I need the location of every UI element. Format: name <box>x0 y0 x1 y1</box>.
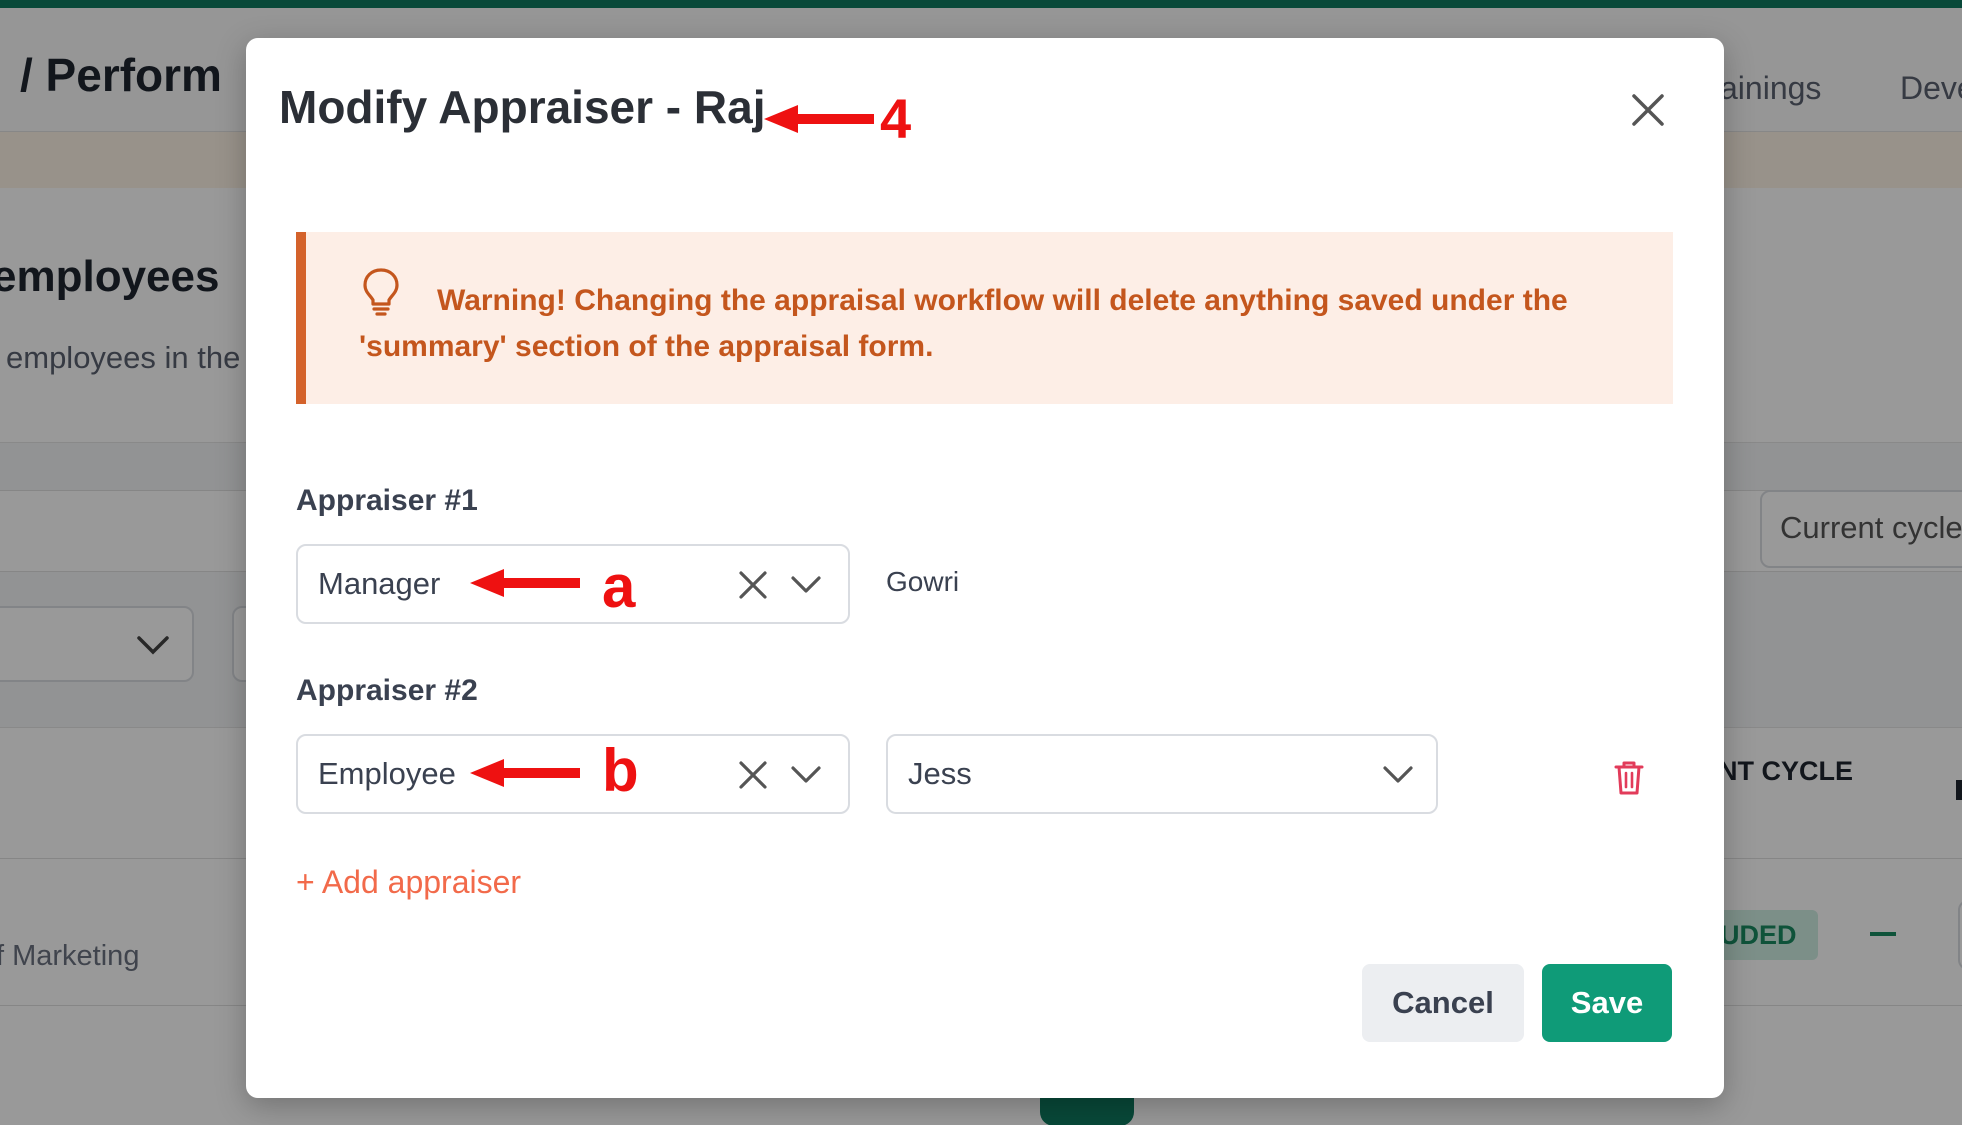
close-icon[interactable] <box>1626 88 1670 132</box>
chevron-down-icon[interactable] <box>790 764 822 786</box>
annotation-arrow-icon <box>764 105 874 133</box>
appraiser-2-type-value: Employee <box>318 756 456 791</box>
modify-appraiser-dialog: Modify Appraiser - Raj Warning! Changing… <box>246 38 1724 1098</box>
clear-icon[interactable] <box>736 568 770 602</box>
annotation-marker-b: b <box>602 737 639 804</box>
appraiser-2-person-value: Jess <box>908 756 972 791</box>
chevron-down-icon[interactable] <box>790 574 822 596</box>
warning-callout: Warning! Changing the appraisal workflow… <box>296 232 1673 404</box>
annotation-marker-4: 4 <box>880 87 912 150</box>
add-appraiser-link[interactable]: + Add appraiser <box>296 864 521 901</box>
appraiser-2-label: Appraiser #2 <box>296 674 478 707</box>
trash-icon[interactable] <box>1614 760 1644 796</box>
appraiser-1-type-value: Manager <box>318 566 441 601</box>
annotation-arrow-icon <box>470 759 580 787</box>
appraiser-1-label: Appraiser #1 <box>296 484 478 517</box>
save-button[interactable]: Save <box>1542 964 1672 1042</box>
annotation-marker-a: a <box>602 553 636 620</box>
warning-text: Warning! Changing the appraisal workflow… <box>359 284 1568 363</box>
cancel-button[interactable]: Cancel <box>1362 964 1524 1042</box>
annotation-arrow-icon <box>470 569 580 597</box>
chevron-down-icon[interactable] <box>1382 764 1414 786</box>
appraiser-2-person-select[interactable]: Jess <box>886 734 1438 814</box>
clear-icon[interactable] <box>736 758 770 792</box>
dialog-title: Modify Appraiser - Raj <box>279 81 766 133</box>
appraiser-1-person: Gowri <box>886 566 960 597</box>
